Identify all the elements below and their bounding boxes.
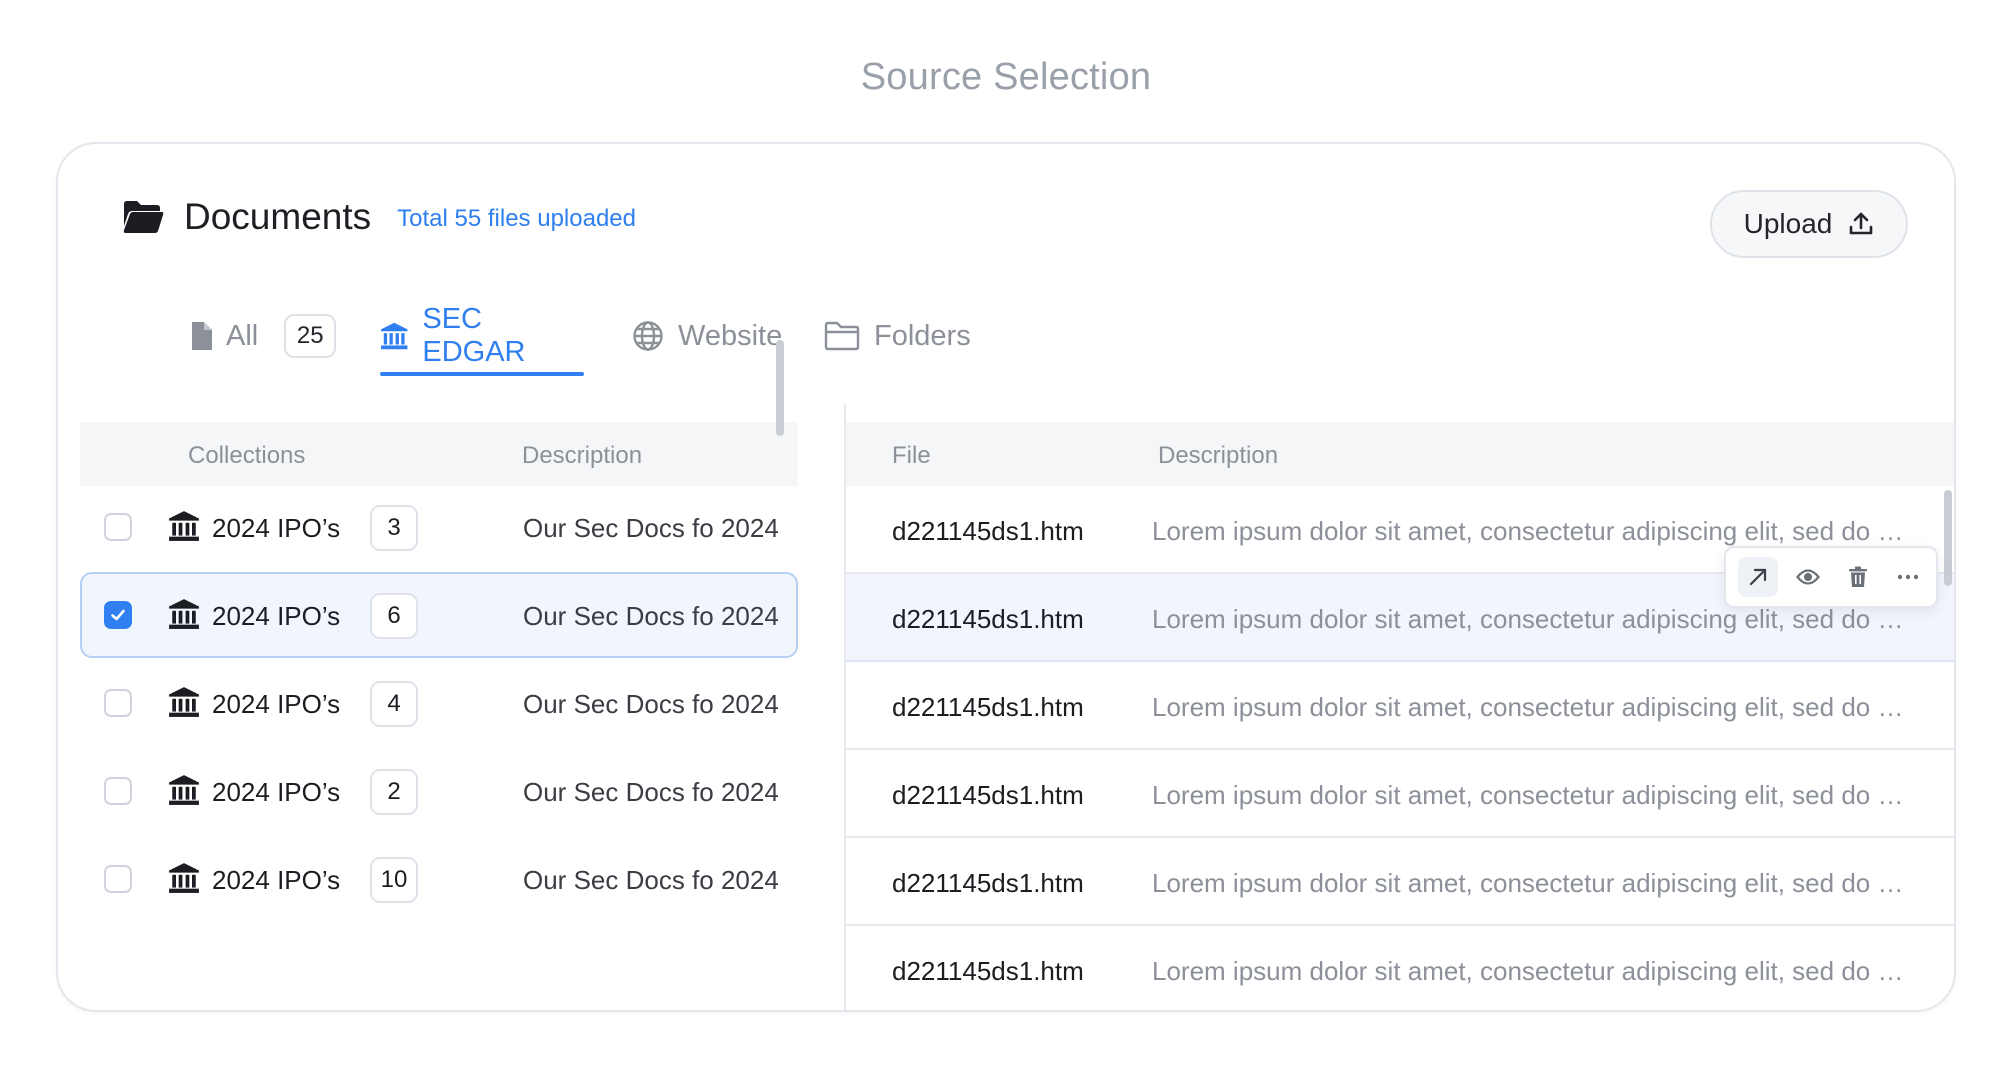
tab-all[interactable]: All 25 <box>190 300 337 372</box>
upload-label: Upload <box>1743 208 1833 239</box>
file-name: d221145ds1.htm <box>892 956 1084 986</box>
globe-icon <box>633 321 663 351</box>
file-description-header: Description <box>1158 442 1279 469</box>
collection-checkbox[interactable] <box>104 689 132 717</box>
active-tab-indicator <box>380 372 584 376</box>
folder-icon <box>824 321 860 351</box>
page-title: Source Selection <box>860 56 1152 98</box>
file-description: Lorem ipsum dolor sit amet, consectetur … <box>1152 868 1904 898</box>
file-description: Lorem ipsum dolor sit amet, consectetur … <box>1152 780 1904 810</box>
collection-checkbox[interactable] <box>104 513 132 541</box>
file-name: d221145ds1.htm <box>892 868 1084 898</box>
collection-checkbox[interactable] <box>104 865 132 893</box>
preview-button[interactable] <box>1788 557 1828 597</box>
collection-row[interactable]: 2024 IPO’s 10 Our Sec Docs fo 2024 <box>80 836 798 922</box>
collection-count: 3 <box>370 505 418 551</box>
documents-header: Documents Total 55 files uploaded <box>122 196 636 238</box>
collection-row[interactable]: 2024 IPO’s 6 Our Sec Docs fo 2024 <box>80 572 798 658</box>
collection-description: Our Sec Docs fo 2024 <box>523 513 779 543</box>
check-icon <box>111 609 125 621</box>
file-description: Lorem ipsum dolor sit amet, consectetur … <box>1152 692 1904 722</box>
tab-folders-label: Folders <box>874 319 971 352</box>
open-external-button[interactable] <box>1738 557 1778 597</box>
collections-description-header: Description <box>522 442 643 469</box>
tab-sec-edgar-label: SEC EDGAR <box>422 303 526 368</box>
collection-icon-wrap <box>168 686 200 723</box>
tab-website[interactable]: Website <box>632 300 782 372</box>
files-table: File Description d221145ds1.htm Lorem ips… <box>846 422 1954 1010</box>
collections-header: Collections Description <box>80 422 798 486</box>
file-name: d221145ds1.htm <box>892 692 1084 722</box>
collection-description: Our Sec Docs fo 2024 <box>523 777 779 807</box>
collection-name: 2024 IPO’s <box>212 513 341 543</box>
collection-name: 2024 IPO’s <box>212 689 341 719</box>
collection-name: 2024 IPO’s <box>212 865 341 895</box>
tab-sec-edgar[interactable]: SEC EDGAR <box>380 300 584 376</box>
upload-icon <box>1850 212 1873 235</box>
collection-description: Our Sec Docs fo 2024 <box>523 689 779 719</box>
files-scrollbar[interactable] <box>1944 490 1952 586</box>
file-description: Lorem ipsum dolor sit amet, consectetur … <box>1152 516 1904 546</box>
more-icon <box>1897 574 1919 580</box>
collection-row[interactable]: 2024 IPO’s 2 Our Sec Docs fo 2024 <box>80 748 798 834</box>
collection-checkbox[interactable] <box>104 777 132 805</box>
collection-name: 2024 IPO’s <box>212 601 341 631</box>
collections-table: Collections Description 2024 IPO’s 3 Our S… <box>80 422 798 1010</box>
tab-folders[interactable]: Folders <box>824 300 971 372</box>
eye-icon <box>1796 569 1820 585</box>
file-description: Lorem ipsum dolor sit amet, consectetur … <box>1152 956 1904 986</box>
documents-card: Documents Total 55 files uploaded Upload… <box>56 142 1956 1012</box>
collections-column-header: Collections <box>188 442 306 469</box>
trash-icon <box>1849 566 1867 587</box>
collection-count: 10 <box>370 857 418 903</box>
file-icon <box>192 322 212 350</box>
documents-title: Documents <box>184 196 372 237</box>
collection-icon-wrap <box>168 862 200 899</box>
delete-button[interactable] <box>1838 557 1878 597</box>
bank-icon <box>169 775 199 805</box>
collection-icon-wrap <box>168 774 200 811</box>
upload-button[interactable]: Upload <box>1710 190 1908 258</box>
collection-description: Our Sec Docs fo 2024 <box>523 601 779 631</box>
tab-all-label: All <box>226 319 259 352</box>
file-column-header: File <box>892 442 931 469</box>
tab-website-label: Website <box>678 319 783 352</box>
file-row[interactable]: d221145ds1.htm Lorem ipsum dolor sit amet… <box>846 838 1954 926</box>
collection-checkbox[interactable] <box>104 601 132 629</box>
total-files-link[interactable]: Total 55 files uploaded <box>397 205 636 233</box>
file-name: d221145ds1.htm <box>892 780 1084 810</box>
folder-open-icon <box>123 201 164 233</box>
more-options-button[interactable] <box>1888 557 1928 597</box>
file-description: Lorem ipsum dolor sit amet, consectetur … <box>1152 604 1904 634</box>
collection-count: 2 <box>370 769 418 815</box>
bank-icon <box>380 322 408 350</box>
file-row[interactable]: d221145ds1.htm Lorem ipsum dolor sit amet… <box>846 662 1954 750</box>
file-name: d221145ds1.htm <box>892 604 1084 634</box>
bank-icon <box>169 599 199 629</box>
file-name: d221145ds1.htm <box>892 516 1084 546</box>
file-row[interactable]: d221145ds1.htm Lorem ipsum dolor sit amet… <box>846 750 1954 838</box>
row-action-toolbar <box>1724 546 1938 608</box>
collection-description: Our Sec Docs fo 2024 <box>523 865 779 895</box>
collection-count: 6 <box>370 593 418 639</box>
collection-icon-wrap <box>168 598 200 635</box>
bank-icon <box>169 511 199 541</box>
bank-icon <box>169 687 199 717</box>
files-header: File Description <box>846 422 1954 486</box>
bank-icon <box>169 863 199 893</box>
open-external-icon <box>1749 568 1767 586</box>
collection-name: 2024 IPO’s <box>212 777 341 807</box>
collection-count: 4 <box>370 681 418 727</box>
file-row[interactable]: d221145ds1.htm Lorem ipsum dolor sit amet… <box>846 926 1954 1010</box>
collection-icon-wrap <box>168 510 200 547</box>
tab-all-count: 25 <box>284 314 337 358</box>
collection-row[interactable]: 2024 IPO’s 4 Our Sec Docs fo 2024 <box>80 660 798 746</box>
source-tabs: All 25 SEC EDGAR Website Folders <box>132 300 1132 376</box>
collection-row[interactable]: 2024 IPO’s 3 Our Sec Docs fo 2024 <box>80 484 798 570</box>
collections-scrollbar[interactable] <box>776 340 784 436</box>
